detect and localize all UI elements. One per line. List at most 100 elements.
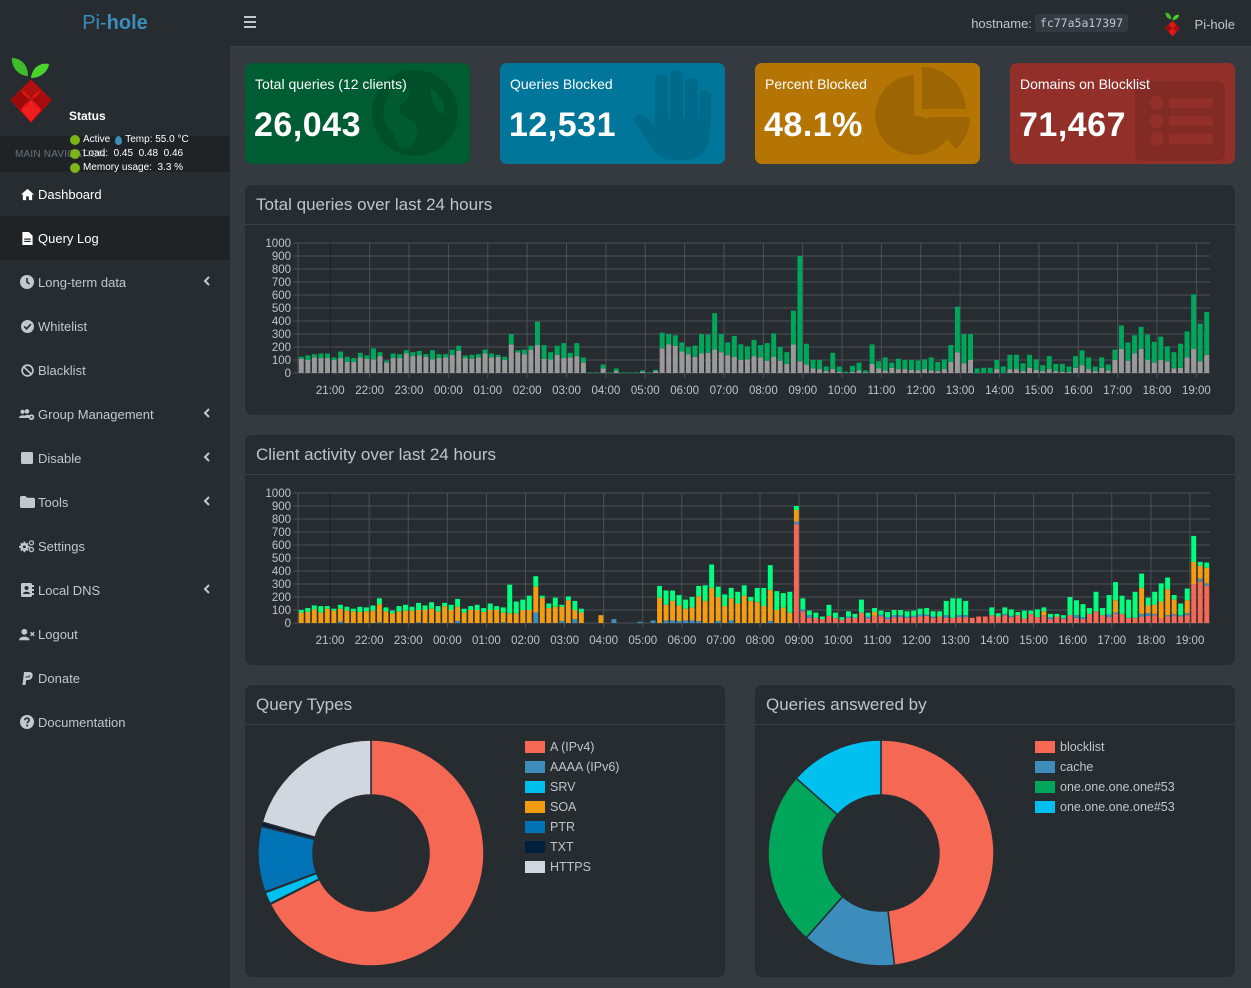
bar-client-a[interactable] [1074,617,1079,623]
bar-client-c[interactable] [1165,589,1171,616]
bar-client-d[interactable] [1197,561,1203,566]
bar-client-c[interactable] [311,609,317,623]
bar-permitted[interactable] [430,350,435,360]
bar-client-a[interactable] [1165,616,1171,624]
bar-permitted[interactable] [784,352,790,364]
bar-client-a[interactable] [976,616,982,624]
bar-permitted[interactable] [1105,364,1111,371]
bar-blocked[interactable] [889,367,895,373]
bar-permitted[interactable] [318,353,324,359]
bar-client-c[interactable] [1171,599,1177,614]
bar-permitted[interactable] [751,339,757,357]
bar-blocked[interactable] [810,368,816,373]
bar-client-d[interactable] [572,600,578,610]
bar-permitted[interactable] [475,354,481,358]
bar-client-d[interactable] [1165,577,1171,590]
bar-client-b[interactable] [924,614,930,616]
bar-permitted[interactable] [876,361,882,369]
bar-client-d[interactable] [670,590,676,601]
bar-client-b[interactable] [689,620,695,623]
bar-client-d[interactable] [911,610,917,616]
bar-permitted[interactable] [370,348,376,360]
bar-client-d[interactable] [376,598,382,605]
bar-blocked[interactable] [876,368,882,373]
bar-blocked[interactable] [580,362,586,373]
bar-client-c[interactable] [578,612,584,623]
bar-client-d[interactable] [578,608,584,613]
bar-blocked[interactable] [692,356,698,373]
bar-permitted[interactable] [712,313,718,350]
bar-client-c[interactable] [507,613,513,623]
bar-permitted[interactable] [1073,356,1078,368]
bar-blocked[interactable] [436,358,442,373]
bar-permitted[interactable] [331,357,337,360]
bar-client-d[interactable] [357,606,363,612]
bar-client-b[interactable] [1047,617,1053,620]
bar-permitted[interactable] [725,342,731,356]
client-activity-chart[interactable]: 01002003004005006007008009001000 21:00 22:… [245,475,1235,665]
bar-client-d[interactable] [1132,591,1138,618]
bar-permitted[interactable] [954,306,960,353]
bar-client-d[interactable] [565,596,571,601]
bar-client-b[interactable] [1139,613,1145,617]
bar-client-b[interactable] [1145,613,1151,616]
bar-permitted[interactable] [1125,342,1131,361]
bar-permitted[interactable] [469,354,475,359]
bar-client-d[interactable] [1152,591,1158,605]
bar-blocked[interactable] [1118,348,1124,373]
bar-client-d[interactable] [800,598,806,610]
bar-blocked[interactable] [600,368,606,373]
bar-blocked[interactable] [1040,371,1046,373]
bar-client-c[interactable] [1204,567,1210,584]
bar-client-a[interactable] [819,619,825,623]
bar-client-c[interactable] [533,586,539,613]
bar-client-a[interactable] [1015,615,1021,623]
bar-permitted[interactable] [922,359,928,370]
bar-blocked[interactable] [771,356,777,373]
bar-client-d[interactable] [500,607,506,613]
bar-blocked[interactable] [882,370,888,373]
sidebar-item-settings[interactable]: Settings [0,524,230,568]
bar-client-b[interactable] [767,621,773,623]
bar-client-d[interactable] [487,603,493,611]
bar-blocked[interactable] [469,358,475,373]
bar-client-a[interactable] [1093,611,1099,623]
bar-permitted[interactable] [830,352,836,370]
bar-client-a[interactable] [865,618,871,623]
bar-blocked[interactable] [521,354,527,373]
bar-permitted[interactable] [731,335,737,357]
bar-client-a[interactable] [878,616,884,624]
bar-client-d[interactable] [350,608,356,612]
bar-client-d[interactable] [461,608,467,613]
sidebar-item-whitelist[interactable]: Whitelist [0,304,230,348]
bar-client-d[interactable] [1139,573,1145,588]
bar-blocked[interactable] [948,361,954,373]
bar-blocked[interactable] [797,361,803,373]
bar-blocked[interactable] [1099,367,1105,373]
bar-blocked[interactable] [508,344,514,373]
stat-percent-blocked[interactable]: Percent Blocked 48.1% [755,63,980,164]
bar-client-b[interactable] [572,619,578,623]
bar-blocked[interactable] [777,360,783,373]
bar-blocked[interactable] [1158,360,1164,373]
bar-blocked[interactable] [318,358,324,373]
donut-slice-https[interactable] [261,739,372,839]
bar-client-d[interactable] [813,612,819,618]
bar-permitted[interactable] [298,356,304,359]
brand-logo[interactable]: Pi-hole [0,0,230,46]
bar-blocked[interactable] [325,358,331,373]
bar-permitted[interactable] [1040,365,1046,372]
bar-permitted[interactable] [456,345,462,351]
bar-client-c[interactable] [683,608,689,621]
bar-client-d[interactable] [1106,595,1112,615]
bar-client-b[interactable] [1060,617,1066,620]
bar-client-b[interactable] [1152,613,1158,616]
bar-client-c[interactable] [1184,600,1190,614]
bar-client-b[interactable] [793,521,799,525]
sidebar-item-blacklist[interactable]: Blacklist [0,348,230,392]
bar-client-d[interactable] [448,604,454,610]
bar-permitted[interactable] [515,350,521,353]
bar-blocked[interactable] [567,357,573,373]
bar-client-c[interactable] [1113,600,1118,613]
bar-permitted[interactable] [653,369,659,372]
